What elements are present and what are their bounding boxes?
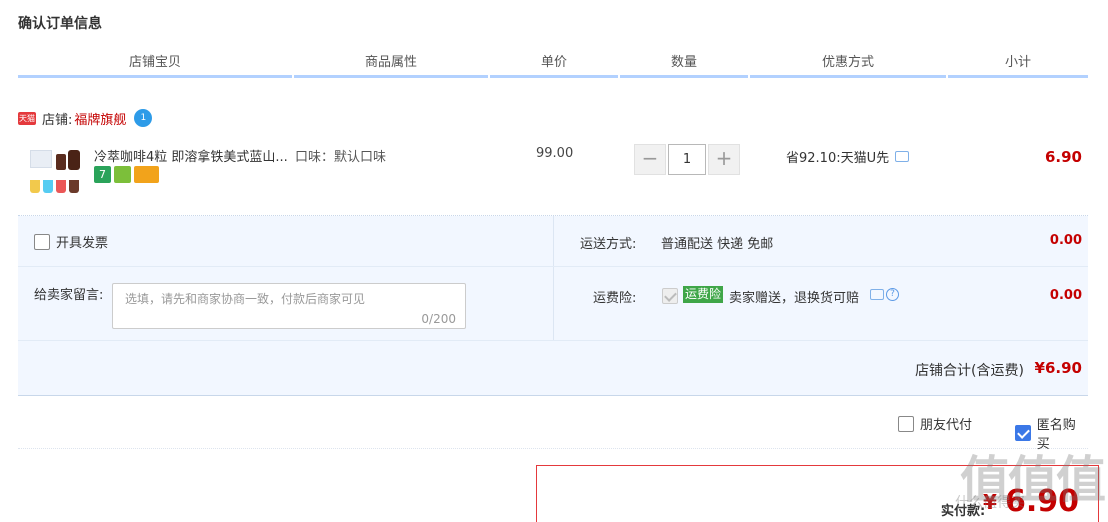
shop-name-link[interactable]: 福牌旗舰 [74,109,126,128]
credit-card-icon[interactable] [134,166,159,183]
table-header: 店铺宝贝 商品属性 单价 数量 优惠方式 小计 [18,54,1088,78]
page-title: 确认订单信息 [18,16,102,32]
seven-day-return-icon[interactable]: 7 [94,166,111,183]
shipping-label: 运送方式: [580,237,637,252]
friend-pay-option[interactable]: 朋友代付 [898,414,972,433]
panel-divider [18,340,1088,341]
invoice-checkbox[interactable] [34,233,50,250]
invoice-label: 开具发票 [56,236,109,251]
product-service-icons: 7 [94,166,159,183]
insurance-comment-icon[interactable] [870,289,884,300]
seller-message-counter: 0/200 [421,312,456,326]
promotion-info: 省92.10:天猫U先 [786,147,910,166]
shop-line: 天猫 店铺: 福牌旗舰 1 [18,108,153,128]
quantity-stepper: − 1 + [634,144,740,175]
watermark-caption: 什么值得买 [955,495,1025,511]
column-header-promotion: 优惠方式 [750,54,946,78]
product-title-link[interactable]: 冷萃咖啡4粒 即溶拿铁美式蓝山... [94,146,294,165]
seller-message-label: 给卖家留言: [34,288,104,303]
column-header-unit-price: 单价 [490,54,618,78]
column-header-quantity: 数量 [620,54,748,78]
item-subtotal: 6.90 [1044,148,1082,166]
panel-divider-vertical [553,216,554,340]
seller-message-textarea[interactable]: 选填，请先和商家协商一致，付款后商家可见 0/200 [112,283,466,329]
panel-divider [18,266,1088,267]
guarantee-shield-icon[interactable] [114,166,131,183]
quantity-input[interactable]: 1 [668,144,706,175]
insurance-checkbox [662,288,678,304]
wangwang-chat-icon[interactable]: 1 [134,109,153,127]
friend-pay-checkbox[interactable] [898,415,914,432]
invoice-option[interactable]: 开具发票 [34,232,108,251]
anonymous-purchase-checkbox[interactable] [1015,425,1031,441]
column-header-subtotal: 小计 [948,54,1088,78]
shop-label: 店铺: [42,112,73,128]
insurance-label: 运费险: [593,291,637,306]
order-item-row: 冷萃咖啡4粒 即溶拿铁美式蓝山... 7 口味：默认口味 99.00 − 1 +… [18,136,1088,216]
seller-message-placeholder: 选填，请先和商家协商一致，付款后商家可见 [125,292,366,306]
column-header-attribute: 商品属性 [294,54,488,78]
insurance-fee: 0.00 [1049,288,1082,303]
order-options-panel: 开具发票 运送方式: 普通配送 快递 免邮 0.00 给卖家留言: 选填，请先和… [18,216,1088,396]
shipping-fee: 0.00 [1049,233,1082,248]
unit-price: 99.00 [536,146,574,161]
insurance-description: 卖家赠送，退换货可赔 [729,291,860,306]
help-icon[interactable]: ? [886,288,899,301]
column-header-item: 店铺宝贝 [18,54,292,78]
shop-total-value: ¥6.90 [1034,359,1082,377]
shipping-method: 普通配送 快递 免邮 [661,237,774,252]
product-attribute: 口味：默认口味 [295,150,387,165]
friend-pay-label: 朋友代付 [920,418,973,433]
promotion-comment-icon[interactable] [895,151,910,162]
shop-total-label: 店铺合计(含运费) [915,363,1024,379]
product-thumbnail[interactable] [26,144,84,202]
insurance-help-icons: ? [870,288,899,301]
insurance-tag: 运费险 [683,286,724,303]
promotion-text: 省92.10:天猫U先 [786,151,890,166]
quantity-increase-button[interactable]: + [708,144,740,175]
quantity-decrease-button[interactable]: − [634,144,666,175]
payment-options-row: 朋友代付 匿名购买 [18,411,1088,452]
tmall-logo-icon: 天猫 [18,111,36,125]
